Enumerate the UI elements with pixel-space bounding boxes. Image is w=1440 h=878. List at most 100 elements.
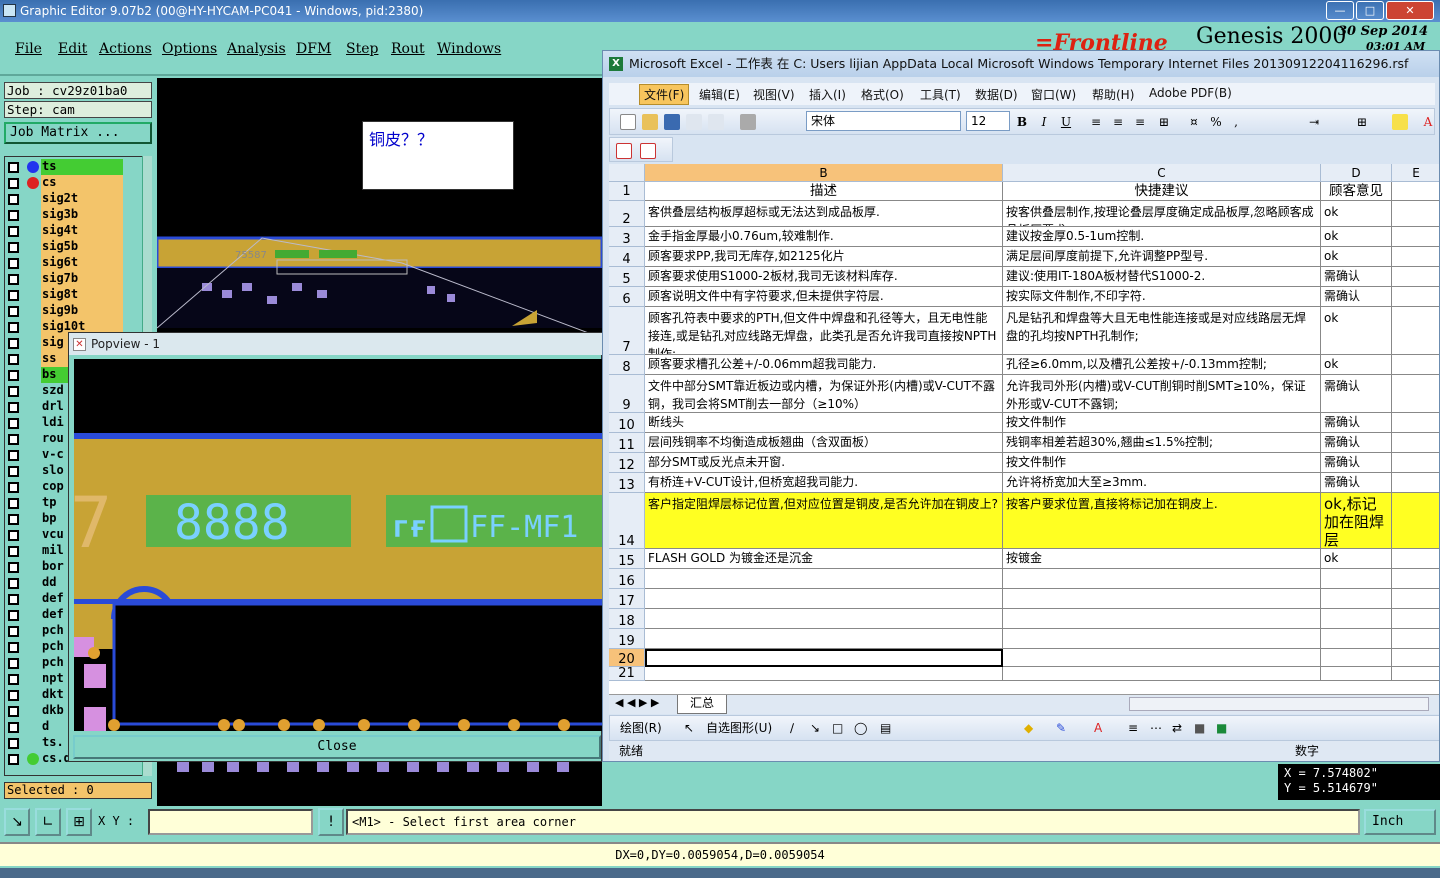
table-cell[interactable]: ok [1321, 201, 1392, 227]
table-cell[interactable]: 允许我司外形(内槽)或V-CUT削铜时削SMT≥10%，保证外形或V-CUT不露… [1003, 375, 1321, 413]
table-cell[interactable] [1392, 267, 1439, 287]
minimize-button[interactable]: — [1326, 1, 1354, 20]
table-cell[interactable]: ok [1321, 549, 1392, 569]
mail-icon[interactable] [708, 114, 724, 130]
font-color-icon[interactable]: A [1420, 114, 1436, 130]
table-cell[interactable] [1392, 493, 1439, 549]
table-cell[interactable]: 需确认 [1321, 453, 1392, 473]
table-cell[interactable] [1392, 413, 1439, 433]
popview-canvas[interactable]: 8888 7 гғ FF-MF1 [74, 359, 604, 731]
menu-windows[interactable]: Windows [437, 41, 501, 57]
table-cell[interactable]: 顾客说明文件中有字符要求,但未提供字符层. [645, 287, 1003, 307]
table-cell[interactable] [1392, 247, 1439, 267]
permission-icon[interactable] [686, 114, 702, 130]
row-header[interactable]: 1 [609, 182, 645, 201]
table-cell[interactable]: 层间残铜率不均衡造成板翘曲（含双面板） [645, 433, 1003, 453]
menu-options[interactable]: Options [162, 41, 217, 57]
italic-icon[interactable]: I [1036, 114, 1052, 130]
layer-checkbox[interactable] [8, 722, 19, 733]
row-header[interactable]: 19 [609, 629, 645, 649]
row-header[interactable]: 7 [609, 307, 645, 355]
table-cell[interactable] [1003, 649, 1321, 667]
table-cell[interactable]: 客户指定阻焊层标记位置,但对应位置是铜皮,是否允许加在铜皮上? [645, 493, 1003, 549]
row-header[interactable]: 15 [609, 549, 645, 569]
layer-checkbox[interactable] [8, 178, 19, 189]
table-cell[interactable]: 建议:使用IT-180A板材替代S1000-2. [1003, 267, 1321, 287]
row-header[interactable]: 18 [609, 609, 645, 629]
table-cell[interactable]: 客供叠层结构板厚超标或无法达到成品板厚. [645, 201, 1003, 227]
table-cell[interactable]: 按文件制作 [1003, 453, 1321, 473]
table-cell[interactable] [1003, 667, 1321, 681]
layer-row[interactable]: sig3b [5, 207, 125, 223]
comma-icon[interactable]: , [1228, 114, 1244, 130]
table-cell[interactable] [1392, 453, 1439, 473]
table-cell[interactable]: 残铜率相差若超30%,翘曲≤1.5%控制; [1003, 433, 1321, 453]
font-size-box[interactable]: 12 [966, 111, 1010, 131]
table-cell[interactable]: 满足层间厚度前提下,允许调整PP型号. [1003, 247, 1321, 267]
excel-menu-file[interactable]: 文件(F) [639, 84, 690, 105]
bold-icon[interactable]: B [1014, 114, 1030, 130]
excel-menu-view[interactable]: 视图(V) [753, 86, 795, 103]
line-style-icon[interactable]: ≡ [1128, 716, 1138, 740]
layer-name[interactable]: sig5b [41, 239, 123, 255]
column-header-c[interactable]: C [1003, 164, 1321, 182]
table-cell[interactable]: ok [1321, 307, 1392, 355]
layer-checkbox[interactable] [8, 162, 19, 173]
menu-dfm[interactable]: DFM [296, 41, 331, 57]
column-header-e[interactable]: E [1392, 164, 1439, 182]
table-cell[interactable]: 凡是钻孔和焊盘等大且无电性能连接或是对应线路层无焊盘的孔均按NPTH孔制作; [1003, 307, 1321, 355]
line-color-icon[interactable]: ✎ [1056, 716, 1066, 740]
layer-checkbox[interactable] [8, 546, 19, 557]
table-cell[interactable] [1321, 649, 1392, 667]
print-icon[interactable] [740, 114, 756, 130]
row-header[interactable]: 9 [609, 375, 645, 413]
layer-checkbox[interactable] [8, 594, 19, 605]
table-cell[interactable]: 需确认 [1321, 413, 1392, 433]
layer-name[interactable]: sig2t [41, 191, 123, 207]
table-cell[interactable] [645, 569, 1003, 589]
row-header[interactable]: 14 [609, 493, 645, 549]
layer-checkbox[interactable] [8, 578, 19, 589]
row-header[interactable]: 21 [609, 667, 645, 681]
layer-checkbox[interactable] [8, 386, 19, 397]
row-header[interactable]: 3 [609, 227, 645, 247]
underline-icon[interactable]: U [1058, 114, 1074, 130]
layer-checkbox[interactable] [8, 482, 19, 493]
layer-checkbox[interactable] [8, 498, 19, 509]
tab-nav-icon[interactable]: ◀ ◀ ▶ ▶ [615, 696, 659, 709]
select-pointer-icon[interactable]: ↖ [684, 716, 694, 740]
align-left-icon[interactable]: ≡ [1088, 114, 1104, 130]
3d-icon[interactable]: ■ [1216, 716, 1227, 740]
excel-menu-tools[interactable]: 工具(T) [920, 86, 961, 103]
row-header[interactable]: 6 [609, 287, 645, 307]
row-header[interactable]: 8 [609, 355, 645, 375]
layer-checkbox[interactable] [8, 402, 19, 413]
excel-menu-insert[interactable]: 插入(I) [809, 86, 846, 103]
header-cell-b[interactable]: 描述 [645, 182, 1003, 201]
table-cell[interactable]: FLASH GOLD 为镀金还是沉金 [645, 549, 1003, 569]
align-right-icon[interactable]: ≡ [1132, 114, 1148, 130]
table-cell[interactable] [645, 609, 1003, 629]
layer-name[interactable]: sig7b [41, 271, 123, 287]
fill-color-icon[interactable] [1392, 114, 1408, 130]
table-cell[interactable]: 需确认 [1321, 433, 1392, 453]
layer-checkbox[interactable] [8, 306, 19, 317]
layer-checkbox[interactable] [8, 226, 19, 237]
percent-icon[interactable]: % [1208, 114, 1224, 130]
table-cell[interactable] [1003, 569, 1321, 589]
layer-row[interactable]: sig6t [5, 255, 125, 271]
table-cell[interactable] [1392, 375, 1439, 413]
table-cell[interactable]: ok,标记加在阻焊层 [1321, 493, 1392, 549]
layer-row[interactable]: sig4t [5, 223, 125, 239]
layer-checkbox[interactable] [8, 210, 19, 221]
table-cell[interactable]: 顾客要求槽孔公差+/-0.06mm超我司能力. [645, 355, 1003, 375]
measure-icon[interactable]: ∟ [35, 808, 61, 836]
row-header[interactable]: 20 [609, 649, 645, 667]
layer-checkbox[interactable] [8, 754, 19, 765]
table-cell[interactable] [1392, 589, 1439, 609]
pdf-mail-icon[interactable] [640, 143, 656, 159]
table-cell[interactable] [1321, 589, 1392, 609]
column-header-b[interactable]: B [645, 164, 1003, 182]
header-cell-d[interactable]: 顾客意见 [1321, 182, 1392, 201]
sheet-tab-summary[interactable]: 汇总 [677, 695, 727, 714]
